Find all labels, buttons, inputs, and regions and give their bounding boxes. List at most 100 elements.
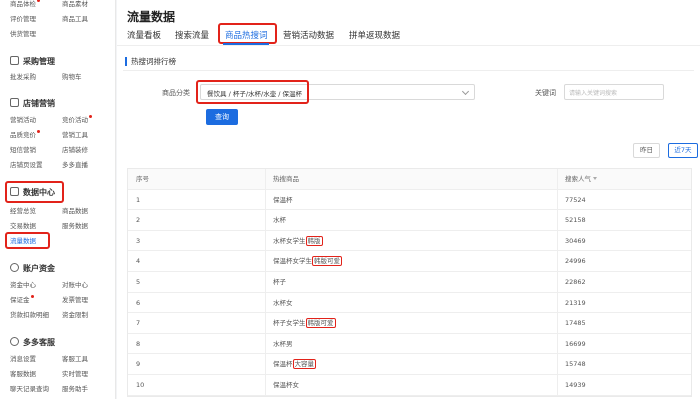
sidebar-item-product-check[interactable]: 商品体检: [10, 0, 40, 9]
column-divider: [557, 292, 558, 313]
row-rank: 7: [136, 319, 141, 328]
sidebar-item-supply-management[interactable]: 供货管理: [10, 29, 36, 39]
sidebar-item-payment-deduction[interactable]: 货款扣款明细: [10, 310, 49, 320]
row-popularity: 52158: [565, 216, 586, 225]
row-product: 水杯: [273, 210, 286, 230]
column-divider: [265, 189, 266, 210]
hot-search-table: 序号 热搜商品 搜索人气 1 保温杯 77524 2 水杯 52158 3 水杯女学生 韩版 30…: [127, 168, 692, 397]
headset-icon: [10, 337, 19, 346]
keyword-label: 关键词: [535, 89, 556, 97]
sidebar-group-data-center[interactable]: 数据中心: [10, 186, 55, 200]
sidebar-item-chat-records[interactable]: 聊天记录查询: [10, 384, 49, 394]
product-keyword: 杯子: [273, 277, 286, 286]
table-row: 6 水杯女 21319: [128, 292, 691, 314]
chevron-down-icon: [461, 87, 470, 96]
sidebar-item-reconciliation[interactable]: 对账中心: [62, 280, 88, 290]
keyword-input[interactable]: 请输入关键词搜索: [564, 84, 664, 100]
tab-divider: [117, 45, 700, 46]
sidebar-item-message-settings[interactable]: 消息设置: [10, 354, 36, 364]
sidebar-item-service-data[interactable]: 服务数据: [62, 221, 88, 231]
range-yesterday-button[interactable]: 昨日: [633, 143, 660, 158]
section-divider: [123, 70, 694, 71]
sidebar-item-product-assets[interactable]: 商品素材: [62, 0, 88, 9]
tab-hot-search-words[interactable]: 商品热搜词: [225, 29, 268, 41]
sidebar-group-purchase[interactable]: 采购管理: [10, 55, 55, 69]
column-divider: [557, 189, 558, 210]
sidebar-item-review-management[interactable]: 评价管理: [10, 14, 36, 24]
sidebar-item-marketing-activity[interactable]: 营销活动: [10, 115, 36, 125]
sidebar-item-sms-marketing[interactable]: 短信营销: [10, 145, 36, 155]
sidebar-item-store-page-settings[interactable]: 店铺页设置: [10, 160, 43, 170]
tab-marketing-data[interactable]: 营销活动数据: [283, 29, 334, 41]
sidebar-item-bidding-activity[interactable]: 竞价活动: [62, 115, 92, 125]
bar-chart-icon: [10, 187, 19, 196]
row-product: 保温杯女: [273, 375, 299, 395]
sidebar-group-marketing[interactable]: 店铺营销: [10, 97, 55, 111]
sidebar-item-marketing-tools[interactable]: 营销工具: [62, 130, 88, 140]
row-popularity: 21319: [565, 298, 586, 307]
sidebar-item-invoice-management[interactable]: 发票管理: [62, 295, 88, 305]
sidebar-item-shopping-cart[interactable]: 购物车: [62, 72, 82, 82]
row-popularity: 77524: [565, 195, 586, 204]
highlighted-keyword: 韩版可爱: [305, 318, 336, 329]
sidebar-item-realtime-management[interactable]: 实时管理: [62, 369, 88, 379]
tab-cashback-data[interactable]: 拼单返现数据: [349, 29, 400, 41]
range-7days-button[interactable]: 近7天: [668, 143, 698, 158]
query-button[interactable]: 查询: [206, 109, 238, 125]
active-tab-indicator: [223, 43, 269, 45]
notification-dot: [37, 0, 40, 2]
sidebar-item-funds-limit[interactable]: 资金限制: [62, 310, 88, 320]
header-popularity[interactable]: 搜索人气: [565, 169, 597, 189]
table-row: 7 杯子女学生 韩版可爱 17485: [128, 313, 691, 334]
column-divider: [265, 271, 266, 292]
table-row: 4 保温杯女学生 韩版可爱 24996: [128, 251, 691, 272]
main-content: 流量数据 流量看板 搜索流量 商品热搜词 营销活动数据 拼单返现数据 热搜词排行…: [117, 0, 700, 399]
sidebar-item-store-decoration[interactable]: 店铺装修: [62, 145, 88, 155]
notification-dot: [89, 115, 92, 118]
sidebar-item-funds-center[interactable]: 资金中心: [10, 280, 36, 290]
product-keyword: 杯子女学生: [273, 319, 306, 328]
column-divider: [557, 251, 558, 272]
funds-icon: [10, 263, 19, 272]
row-popularity: 24996: [565, 257, 586, 266]
tab-search-traffic[interactable]: 搜索流量: [175, 29, 209, 41]
column-divider: [265, 169, 266, 189]
row-rank: 1: [136, 195, 141, 204]
sidebar-item-business-overview[interactable]: 经营总览: [10, 206, 36, 216]
sidebar-item-live-stream[interactable]: 多多直播: [62, 160, 88, 170]
sidebar-item-product-tools[interactable]: 商品工具: [62, 14, 88, 24]
sidebar-item-service-assistant[interactable]: 服务助手: [62, 384, 88, 394]
sidebar-group-customer-service[interactable]: 多多客服: [10, 336, 55, 350]
category-select[interactable]: 餐饮具 / 杯子/水杯/水壶 / 保温杯: [200, 84, 475, 100]
column-divider: [557, 354, 558, 375]
row-rank: 4: [136, 257, 141, 266]
table-header-row: 序号 热搜商品 搜索人气: [128, 169, 691, 190]
row-product: 水杯女: [273, 293, 293, 313]
table-row: 5 杯子 22862: [128, 271, 691, 293]
sidebar-item-service-data-cs[interactable]: 客服数据: [10, 369, 36, 379]
column-divider: [265, 230, 266, 251]
sidebar-item-transaction-data[interactable]: 交易数据: [10, 221, 36, 231]
table-row: 8 水杯男 16699: [128, 333, 691, 355]
sidebar-item-wholesale[interactable]: 批发采购: [10, 72, 36, 82]
row-popularity: 14939: [565, 380, 586, 389]
sidebar-item-deposit[interactable]: 保证金: [10, 295, 34, 305]
sidebar-item-service-tools[interactable]: 客服工具: [62, 354, 88, 364]
column-divider: [265, 374, 266, 395]
sidebar-group-account-funds[interactable]: 账户资金: [10, 262, 55, 276]
row-product: 保温杯: [273, 190, 293, 210]
cart-icon: [10, 56, 19, 65]
highlighted-keyword: 大容量: [292, 359, 316, 370]
row-product: 保温杯女学生 韩版可爱: [273, 251, 342, 271]
sidebar-item-traffic-data[interactable]: 流量数据: [10, 236, 36, 246]
sidebar-item-quality-bidding[interactable]: 品质竞价: [10, 130, 40, 140]
product-keyword: 保温杯: [273, 360, 293, 369]
row-popularity: 22862: [565, 277, 586, 286]
product-keyword: 水杯: [273, 216, 286, 225]
row-product: 水杯男: [273, 334, 293, 354]
column-divider: [557, 313, 558, 334]
sidebar-item-product-data[interactable]: 商品数据: [62, 206, 88, 216]
sort-icon: [593, 177, 597, 180]
tab-traffic-dashboard[interactable]: 流量看板: [127, 29, 161, 41]
row-rank: 10: [136, 380, 145, 389]
